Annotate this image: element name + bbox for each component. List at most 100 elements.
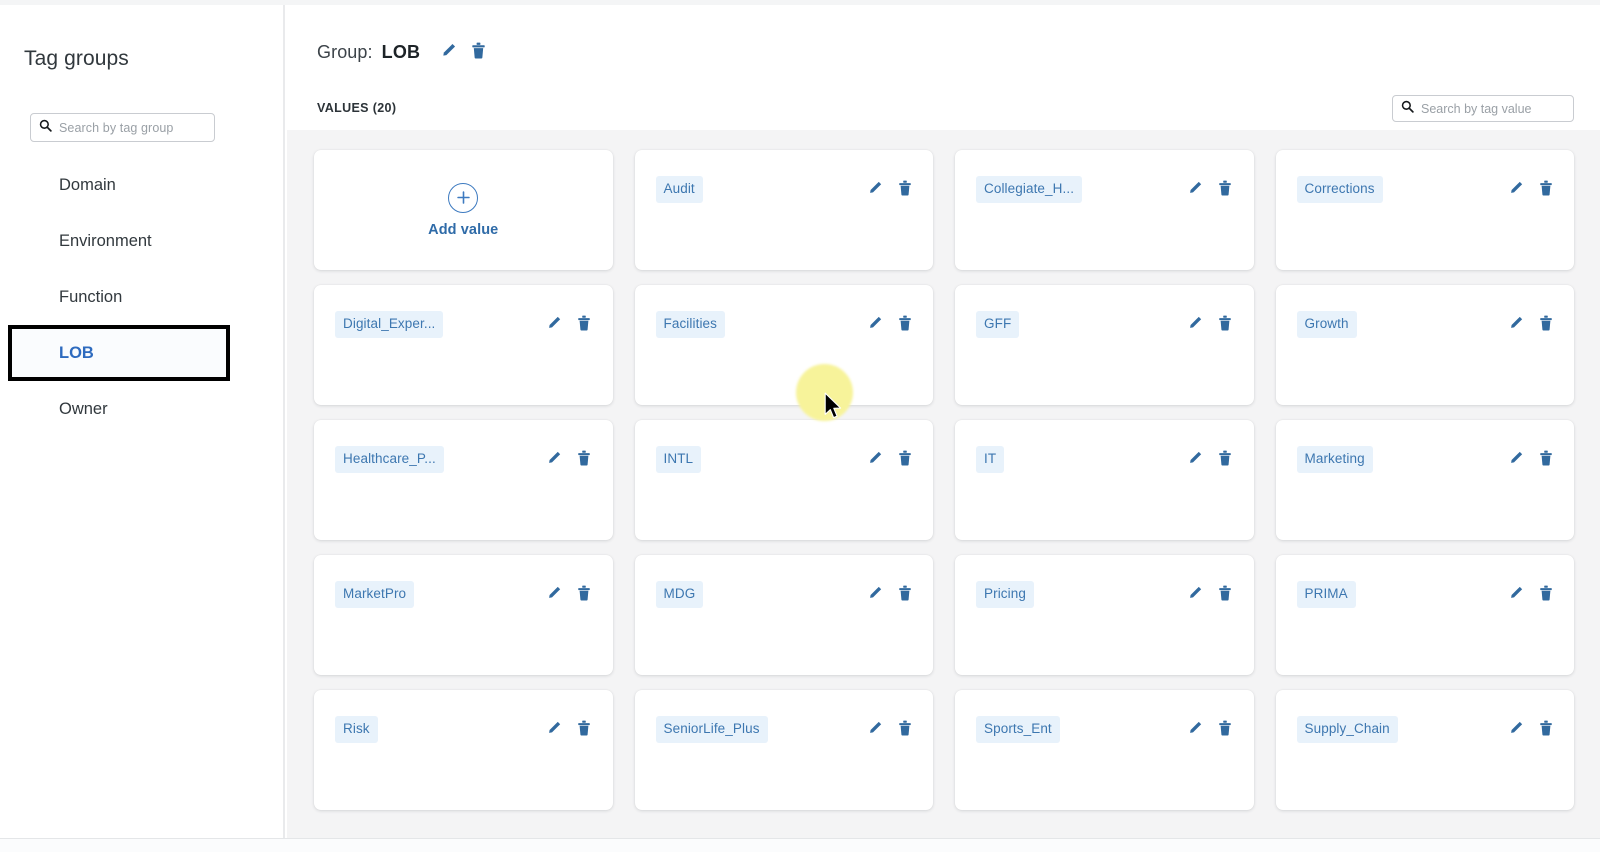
tag-value-card-row: Supply_Chain bbox=[1296, 716, 1556, 743]
tag-value-actions bbox=[1186, 450, 1235, 469]
edit-value-button[interactable] bbox=[865, 450, 884, 469]
tag-value-actions bbox=[1506, 315, 1555, 334]
tag-value-search-input[interactable]: Search by tag value bbox=[1392, 95, 1574, 122]
tag-value-card[interactable]: Corrections bbox=[1275, 150, 1574, 270]
tag-value-card[interactable]: IT bbox=[955, 420, 1254, 540]
tag-value-card[interactable]: GFF bbox=[955, 285, 1254, 405]
tag-value-card[interactable]: Audit bbox=[634, 150, 933, 270]
pencil-icon bbox=[1187, 585, 1203, 604]
edit-value-button[interactable] bbox=[545, 585, 564, 604]
delete-value-button[interactable] bbox=[1536, 315, 1555, 334]
edit-value-button[interactable] bbox=[1186, 180, 1205, 199]
delete-value-button[interactable] bbox=[575, 450, 594, 469]
tag-value-actions bbox=[865, 180, 914, 199]
edit-value-button[interactable] bbox=[545, 450, 564, 469]
delete-value-button[interactable] bbox=[575, 720, 594, 739]
edit-value-button[interactable] bbox=[1506, 720, 1525, 739]
tag-group-search-input[interactable]: Search by tag group bbox=[30, 113, 215, 142]
edit-value-button[interactable] bbox=[545, 315, 564, 334]
edit-value-button[interactable] bbox=[545, 720, 564, 739]
tag-value-chip: Collegiate_H... bbox=[976, 176, 1083, 203]
delete-value-button[interactable] bbox=[895, 720, 914, 739]
pencil-icon bbox=[1508, 720, 1524, 739]
edit-value-button[interactable] bbox=[1506, 315, 1525, 334]
tag-value-card[interactable]: Facilities bbox=[634, 285, 933, 405]
sidebar-item-lob[interactable]: LOB bbox=[8, 325, 230, 381]
tag-value-search-placeholder: Search by tag value bbox=[1421, 101, 1532, 116]
delete-value-button[interactable] bbox=[895, 585, 914, 604]
pencil-icon bbox=[1508, 180, 1524, 199]
sidebar-item-label: Function bbox=[59, 287, 123, 306]
pencil-icon bbox=[546, 585, 562, 604]
tag-value-card[interactable]: Supply_Chain bbox=[1275, 690, 1574, 810]
tag-value-card[interactable]: PRIMA bbox=[1275, 555, 1574, 675]
tag-value-card[interactable]: Healthcare_P... bbox=[314, 420, 613, 540]
delete-value-button[interactable] bbox=[1216, 720, 1235, 739]
tag-value-chip: Marketing bbox=[1296, 446, 1373, 473]
edit-value-button[interactable] bbox=[1506, 180, 1525, 199]
tag-value-chip: IT bbox=[976, 446, 1005, 473]
edit-value-button[interactable] bbox=[1186, 720, 1205, 739]
sidebar-item-label: Environment bbox=[59, 231, 152, 250]
trash-icon bbox=[471, 42, 486, 62]
tag-values-scroll-area[interactable]: Add value Audit Collegiate_H... Correcti… bbox=[287, 130, 1600, 838]
tag-value-card[interactable]: MDG bbox=[634, 555, 933, 675]
tag-value-card-row: Digital_Exper... bbox=[335, 311, 594, 338]
sidebar-item-environment[interactable]: Environment bbox=[0, 213, 285, 269]
delete-value-button[interactable] bbox=[1536, 450, 1555, 469]
delete-value-button[interactable] bbox=[1536, 585, 1555, 604]
edit-value-button[interactable] bbox=[865, 720, 884, 739]
pencil-icon bbox=[546, 450, 562, 469]
edit-value-button[interactable] bbox=[1186, 450, 1205, 469]
tag-value-card[interactable]: Marketing bbox=[1275, 420, 1574, 540]
sidebar-item-domain[interactable]: Domain bbox=[0, 157, 285, 213]
tag-value-card[interactable]: MarketPro bbox=[314, 555, 613, 675]
tag-value-chip: Growth bbox=[1296, 311, 1357, 338]
tag-value-card[interactable]: INTL bbox=[634, 420, 933, 540]
tag-value-card[interactable]: Digital_Exper... bbox=[314, 285, 613, 405]
edit-value-button[interactable] bbox=[1186, 585, 1205, 604]
tag-value-card[interactable]: SeniorLife_Plus bbox=[634, 690, 933, 810]
plus-circle-icon bbox=[448, 182, 479, 213]
delete-value-button[interactable] bbox=[1216, 180, 1235, 199]
delete-value-button[interactable] bbox=[895, 180, 914, 199]
edit-value-button[interactable] bbox=[865, 315, 884, 334]
tag-value-card[interactable]: Sports_Ent bbox=[955, 690, 1254, 810]
tag-value-chip: Healthcare_P... bbox=[335, 446, 444, 473]
pencil-icon bbox=[1187, 180, 1203, 199]
edit-value-button[interactable] bbox=[1506, 585, 1525, 604]
delete-group-button[interactable] bbox=[465, 39, 491, 65]
delete-value-button[interactable] bbox=[895, 450, 914, 469]
tag-value-actions bbox=[545, 720, 594, 739]
add-value-card[interactable]: Add value bbox=[314, 150, 613, 270]
edit-value-button[interactable] bbox=[865, 585, 884, 604]
tag-value-chip: Risk bbox=[335, 716, 378, 743]
delete-value-button[interactable] bbox=[575, 315, 594, 334]
delete-value-button[interactable] bbox=[575, 585, 594, 604]
tag-value-card[interactable]: Pricing bbox=[955, 555, 1254, 675]
tag-value-card-row: Facilities bbox=[655, 311, 915, 338]
edit-value-button[interactable] bbox=[865, 180, 884, 199]
tag-value-card[interactable]: Growth bbox=[1275, 285, 1574, 405]
tag-value-card[interactable]: Risk bbox=[314, 690, 613, 810]
edit-value-button[interactable] bbox=[1506, 450, 1525, 469]
tag-value-card-row: Risk bbox=[335, 716, 594, 743]
sidebar-item-function[interactable]: Function bbox=[0, 269, 285, 325]
delete-value-button[interactable] bbox=[1536, 180, 1555, 199]
tag-value-actions bbox=[545, 450, 594, 469]
edit-value-button[interactable] bbox=[1186, 315, 1205, 334]
delete-value-button[interactable] bbox=[895, 315, 914, 334]
delete-value-button[interactable] bbox=[1216, 315, 1235, 334]
tag-value-card[interactable]: Collegiate_H... bbox=[955, 150, 1254, 270]
tag-value-chip: Pricing bbox=[976, 581, 1034, 608]
delete-value-button[interactable] bbox=[1536, 720, 1555, 739]
sidebar-item-owner[interactable]: Owner bbox=[0, 381, 285, 437]
tag-value-card-row: Corrections bbox=[1296, 176, 1556, 203]
delete-value-button[interactable] bbox=[1216, 585, 1235, 604]
trash-icon bbox=[1218, 315, 1232, 334]
trash-icon bbox=[1539, 450, 1553, 469]
tag-value-actions bbox=[1186, 180, 1235, 199]
tag-value-card-row: Marketing bbox=[1296, 446, 1556, 473]
edit-group-button[interactable] bbox=[435, 39, 461, 65]
delete-value-button[interactable] bbox=[1216, 450, 1235, 469]
